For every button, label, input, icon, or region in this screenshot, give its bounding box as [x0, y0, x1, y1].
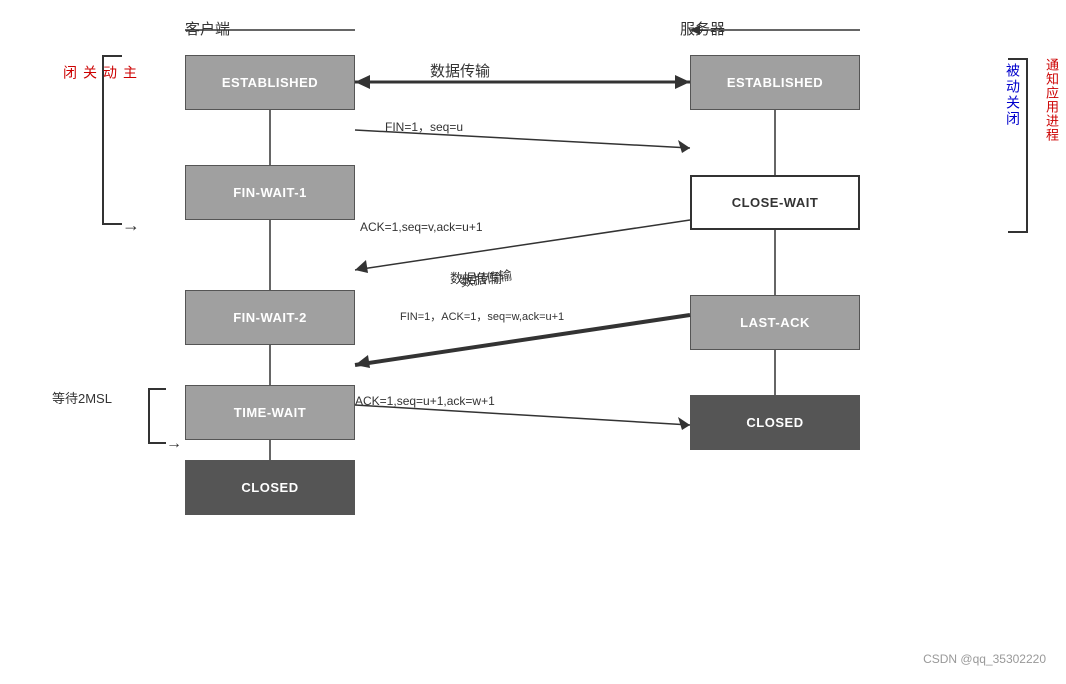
arrow-label-3: FIN=1，ACK=1，seq=w,ack=u+1: [400, 308, 564, 324]
passive-close-label: 被动关闭: [1003, 63, 1023, 127]
diagram-arrows: [0, 0, 1066, 684]
active-close-label: 主动关闭: [60, 65, 140, 81]
watermark: CSDN @qq_35302220: [923, 652, 1046, 666]
client-label: 客户端: [185, 18, 230, 39]
state-closed-client: CLOSED: [185, 460, 355, 515]
state-fin-wait-1: FIN-WAIT-1: [185, 165, 355, 220]
state-fin-wait-2: FIN-WAIT-2: [185, 290, 355, 345]
diagram-container: 客户端 服务器 数据传输 ESTABLISHED FIN-WAIT-1 FIN-…: [0, 0, 1066, 684]
data-transfer-label-2: 数据传输: [450, 268, 502, 287]
state-established-server: ESTABLISHED: [690, 55, 860, 110]
state-established-client: ESTABLISHED: [185, 55, 355, 110]
arrow-label-1: FIN=1，seq=u: [385, 118, 463, 135]
arrow-label-4: ACK=1,seq=u+1,ack=w+1: [355, 394, 495, 408]
state-closed-server: CLOSED: [690, 395, 860, 450]
state-last-ack: LAST-ACK: [690, 295, 860, 350]
state-time-wait: TIME-WAIT: [185, 385, 355, 440]
notify-app-label: 通知应用进程: [1042, 58, 1061, 142]
wait-2msl-label: 等待2MSL: [52, 388, 112, 407]
arrow-label-2: ACK=1,seq=v,ack=u+1: [360, 220, 483, 234]
data-transfer-top: 数据传输: [430, 60, 490, 81]
server-label: 服务器: [680, 18, 725, 39]
state-close-wait: CLOSE-WAIT: [690, 175, 860, 230]
